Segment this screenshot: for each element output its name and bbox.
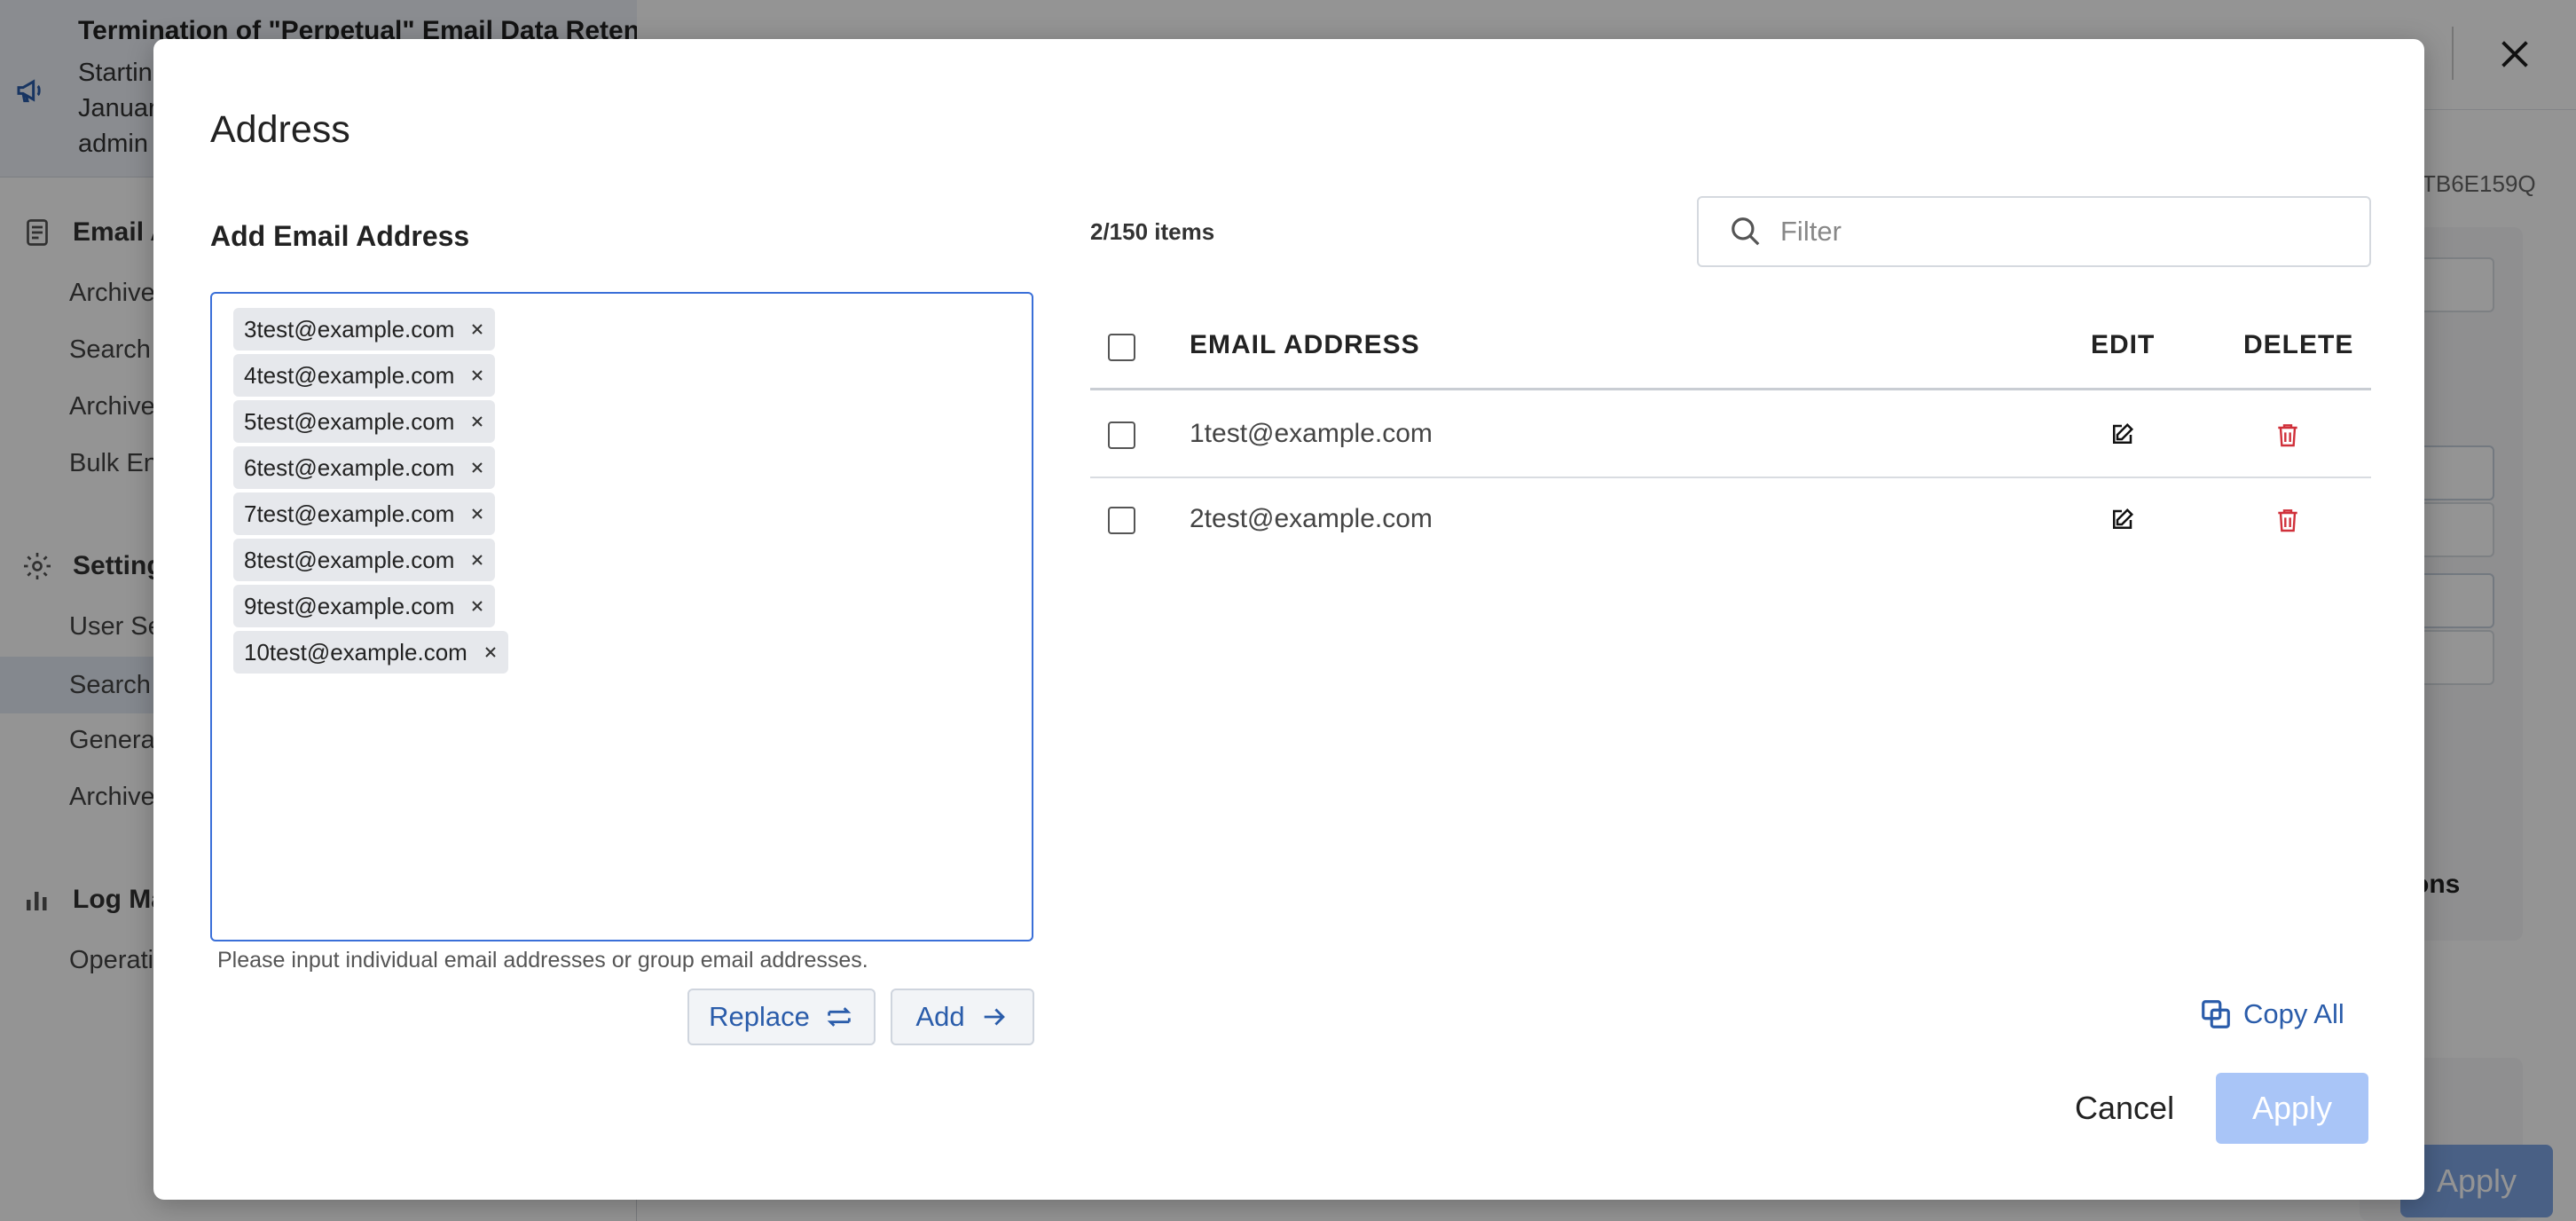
edit-icon[interactable]: [2109, 507, 2135, 533]
filter-input[interactable]: [1780, 216, 2330, 248]
email-cell: 1test@example.com: [1190, 419, 1433, 448]
chip-label: 6test@example.com: [244, 453, 455, 481]
remove-chip-icon[interactable]: [468, 551, 486, 569]
edit-icon[interactable]: [2109, 421, 2135, 448]
chip-label: 3test@example.com: [244, 315, 455, 343]
swap-arrows-icon: [824, 1002, 854, 1032]
chip-label: 7test@example.com: [244, 500, 455, 527]
table-row: 2test@example.com: [1090, 478, 2371, 563]
email-chip: 7test@example.com: [233, 492, 496, 535]
email-chip: 6test@example.com: [233, 446, 496, 489]
address-dialog: Address Add Email Address 3test@example.…: [153, 39, 2424, 1200]
close-icon[interactable]: [2494, 34, 2535, 75]
remove-chip-icon[interactable]: [468, 505, 486, 523]
cancel-button[interactable]: Cancel: [2075, 1090, 2174, 1127]
remove-chip-icon[interactable]: [468, 413, 486, 430]
copy-all-label: Copy All: [2243, 998, 2344, 1029]
table-row: 1test@example.com: [1090, 393, 2371, 478]
email-chip: 4test@example.com: [233, 354, 496, 397]
trash-icon[interactable]: [2274, 506, 2302, 534]
column-header-edit: EDIT: [2091, 330, 2156, 359]
arrow-right-icon: [979, 1002, 1009, 1032]
email-chip: 3test@example.com: [233, 308, 496, 351]
email-chip: 10test@example.com: [233, 631, 508, 674]
chip-label: 10test@example.com: [244, 638, 467, 666]
row-checkbox[interactable]: [1108, 421, 1135, 449]
add-email-label: Add Email Address: [210, 220, 470, 252]
replace-button[interactable]: Replace: [687, 989, 876, 1045]
table-header: EMAIL ADDRESS EDIT DELETE: [1090, 305, 2371, 390]
copy-all-button[interactable]: Copy All: [2199, 997, 2344, 1031]
remove-chip-icon[interactable]: [468, 366, 486, 384]
email-chip: 8test@example.com: [233, 539, 496, 581]
chip-label: 4test@example.com: [244, 361, 455, 389]
add-label: Add: [915, 1001, 965, 1032]
add-button[interactable]: Add: [891, 989, 1034, 1045]
email-chip: 5test@example.com: [233, 400, 496, 443]
email-chip-input[interactable]: 3test@example.com 4test@example.com 5tes…: [210, 292, 1033, 941]
email-cell: 2test@example.com: [1190, 504, 1433, 533]
trash-icon[interactable]: [2274, 421, 2302, 449]
dialog-title: Address: [210, 108, 350, 151]
items-count: 2/150 items: [1090, 218, 1215, 245]
select-all-checkbox[interactable]: [1108, 334, 1135, 361]
filter-field[interactable]: [1697, 196, 2371, 267]
search-icon: [1729, 215, 1763, 248]
column-header-email[interactable]: EMAIL ADDRESS: [1190, 330, 1420, 360]
copy-icon: [2199, 997, 2233, 1031]
row-checkbox[interactable]: [1108, 507, 1135, 534]
chip-label: 9test@example.com: [244, 592, 455, 619]
apply-button[interactable]: Apply: [2216, 1073, 2368, 1144]
helper-text: Please input individual email addresses …: [217, 948, 868, 973]
column-header-delete: DELETE: [2243, 330, 2354, 359]
replace-label: Replace: [709, 1001, 810, 1032]
email-chip: 9test@example.com: [233, 585, 496, 627]
remove-chip-icon[interactable]: [468, 459, 486, 477]
remove-chip-icon[interactable]: [468, 320, 486, 338]
remove-chip-icon[interactable]: [468, 597, 486, 615]
remove-chip-icon[interactable]: [482, 643, 499, 661]
chip-label: 8test@example.com: [244, 546, 455, 573]
chip-label: 5test@example.com: [244, 407, 455, 435]
